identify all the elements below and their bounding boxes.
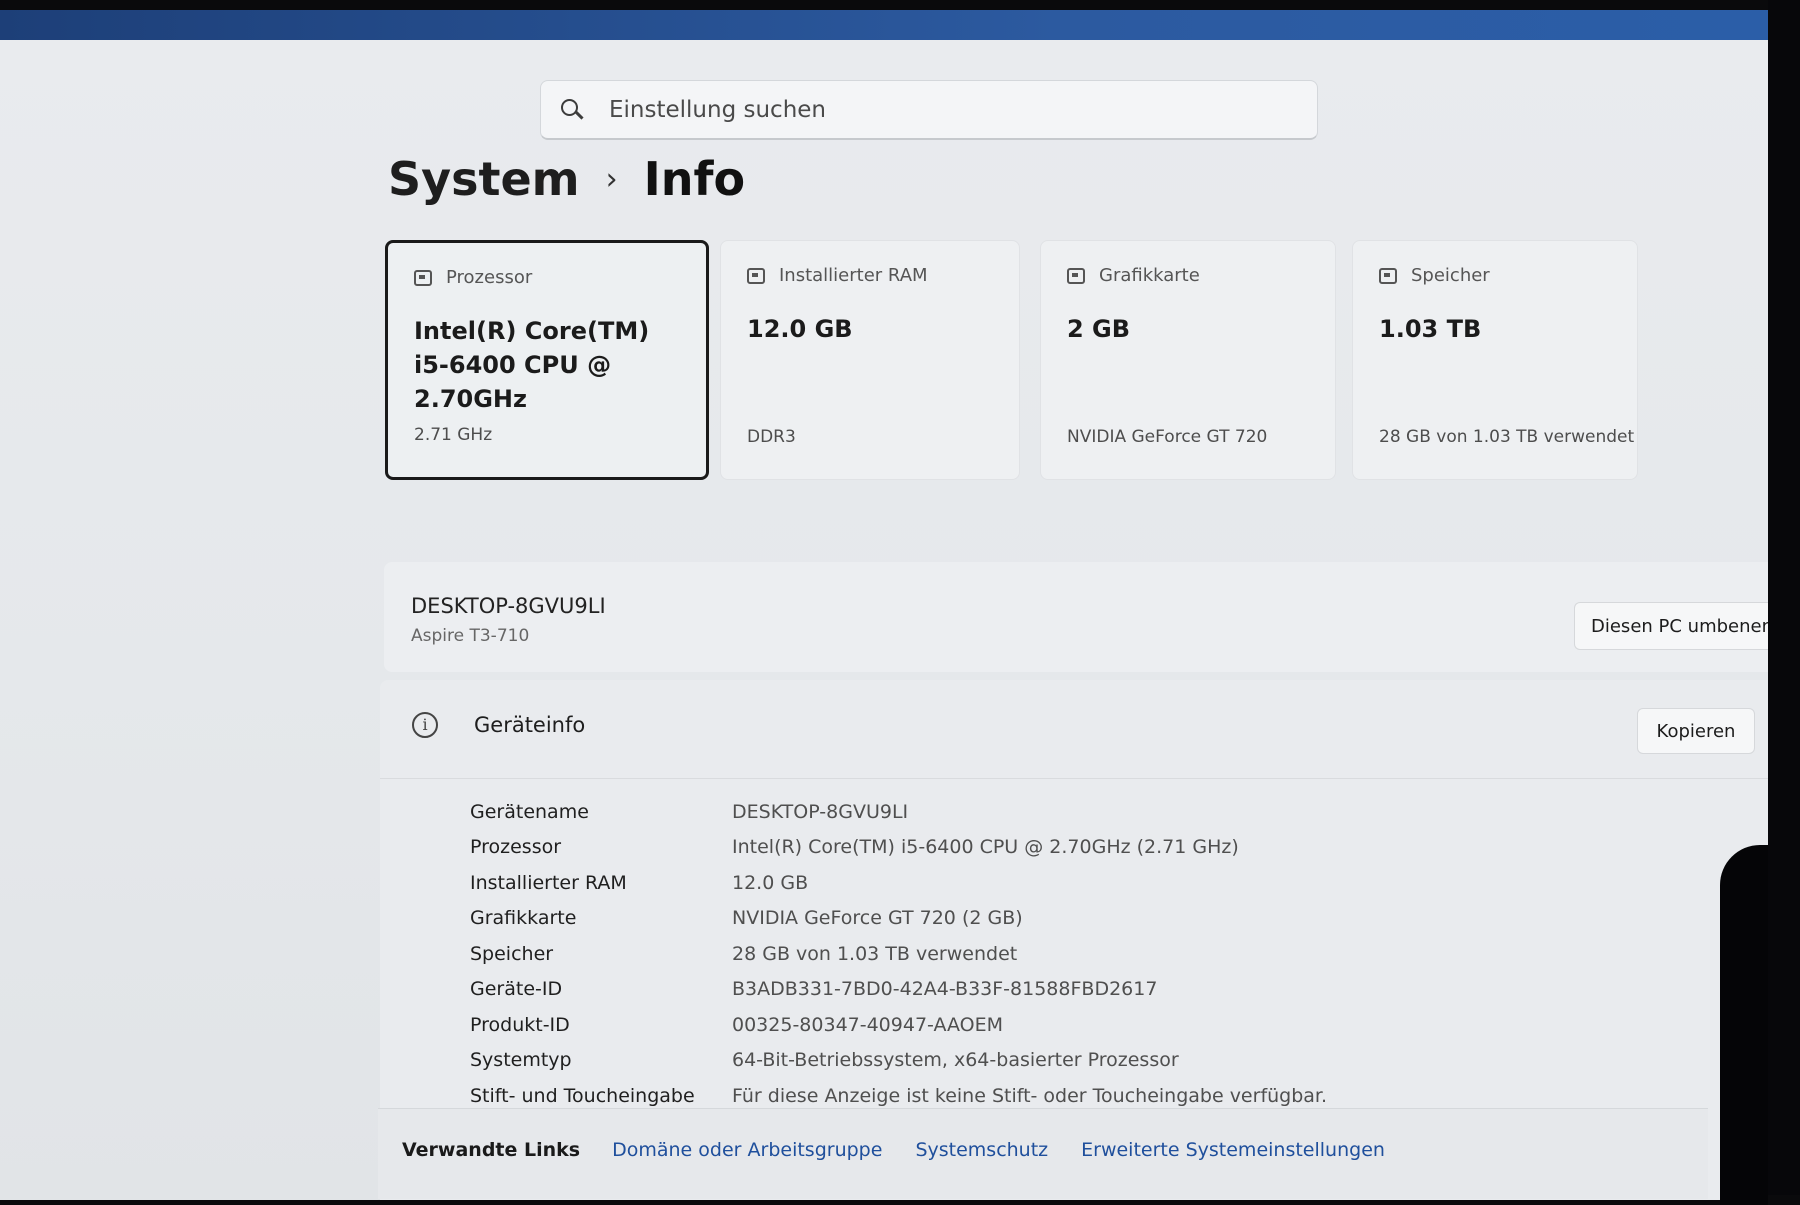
search-input[interactable]: Einstellung suchen	[609, 97, 826, 123]
card-value: 1.03 TB	[1379, 315, 1482, 343]
device-name-row: DESKTOP-8GVU9LI Aspire T3-710 Diesen PC …	[384, 562, 1768, 672]
info-row: Geräte-ID B3ADB331-7BD0-42A4-B33F-81588FB…	[470, 972, 1327, 1008]
rename-pc-button[interactable]: Diesen PC umbenennen	[1574, 602, 1768, 650]
device-info-header[interactable]: i Geräteinfo Kopieren	[380, 680, 1768, 779]
device-name: DESKTOP-8GVU9LI	[411, 594, 606, 618]
monitor-edge	[1720, 845, 1768, 1205]
info-row: Speicher 28 GB von 1.03 TB verwendet	[470, 936, 1327, 972]
info-key: Geräte-ID	[470, 978, 563, 1001]
link-domain-workgroup[interactable]: Domäne oder Arbeitsgruppe	[612, 1139, 882, 1161]
card-sub: 2.71 GHz	[414, 425, 493, 445]
card-sub: DDR3	[747, 427, 796, 447]
breadcrumb: System › Info	[388, 152, 745, 206]
info-row: Systemtyp 64-Bit-Betriebssystem, x64-basi…	[470, 1043, 1327, 1079]
link-system-protection[interactable]: Systemschutz	[915, 1139, 1048, 1161]
info-value: Für diese Anzeige ist keine Stift- oder …	[732, 1084, 1328, 1107]
graphics-card-icon	[1067, 267, 1085, 284]
card-sub: 28 GB von 1.03 TB verwendet	[1379, 427, 1635, 447]
copy-button[interactable]: Kopieren	[1637, 708, 1755, 754]
page-title: Info	[643, 152, 746, 206]
info-row: Grafikkarte NVIDIA GeForce GT 720 (2 GB)	[470, 901, 1327, 937]
ram-card[interactable]: Installierter RAM 12.0 GB DDR3	[720, 240, 1020, 480]
processor-card[interactable]: Prozessor Intel(R) Core(TM) i5-6400 CPU …	[385, 240, 709, 480]
info-value: B3ADB331-7BD0-42A4-B33F-81588FBD2617	[732, 978, 1158, 1001]
card-label: Prozessor	[446, 267, 533, 288]
info-icon: i	[412, 712, 438, 738]
info-key: Systemtyp	[470, 1049, 572, 1072]
search-icon	[559, 97, 585, 123]
info-key: Installierter RAM	[470, 871, 627, 894]
info-key: Gerätename	[470, 800, 589, 823]
info-key: Prozessor	[470, 836, 562, 859]
info-row: Installierter RAM 12.0 GB	[470, 865, 1327, 901]
info-value: 12.0 GB	[732, 871, 809, 894]
card-value: 12.0 GB	[747, 315, 853, 343]
breadcrumb-system[interactable]: System	[388, 152, 580, 206]
info-row: Prozessor Intel(R) Core(TM) i5-6400 CPU @…	[470, 830, 1327, 866]
card-value: Intel(R) Core(TM) i5-6400 CPU @ 2.70GHz	[414, 317, 650, 413]
device-model: Aspire T3-710	[411, 626, 530, 646]
settings-window: Einstellung suchen System › Info Prozess…	[0, 40, 1768, 1200]
info-key: Produkt-ID	[470, 1013, 570, 1036]
search-box[interactable]: Einstellung suchen	[540, 80, 1318, 140]
info-value: Intel(R) Core(TM) i5-6400 CPU @ 2.70GHz …	[732, 836, 1239, 859]
storage-card[interactable]: Speicher 1.03 TB 28 GB von 1.03 TB verwe…	[1352, 240, 1638, 480]
info-value: DESKTOP-8GVU9LI	[732, 800, 909, 823]
info-row: Produkt-ID 00325-80347-40947-AAOEM	[470, 1007, 1327, 1043]
info-key: Stift- und Toucheingabe	[470, 1084, 695, 1107]
info-value: 28 GB von 1.03 TB verwendet	[732, 942, 1018, 965]
monitor-bezel	[1768, 0, 1800, 1195]
link-advanced-settings[interactable]: Erweiterte Systemeinstellungen	[1081, 1139, 1385, 1161]
ram-icon	[747, 267, 765, 284]
info-value: 64-Bit-Betriebssystem, x64-basierter Pro…	[732, 1049, 1179, 1072]
chevron-right-icon: ›	[605, 161, 618, 197]
processor-icon	[414, 269, 432, 286]
card-label: Installierter RAM	[779, 265, 928, 286]
card-label: Grafikkarte	[1099, 265, 1200, 286]
card-value: 2 GB	[1067, 315, 1131, 343]
device-info-title: Geräteinfo	[474, 713, 586, 737]
info-key: Speicher	[470, 942, 554, 965]
info-row: Gerätename DESKTOP-8GVU9LI	[470, 794, 1327, 830]
storage-icon	[1379, 267, 1397, 284]
related-links-label: Verwandte Links	[402, 1139, 581, 1161]
info-key: Grafikkarte	[470, 907, 577, 930]
info-value: 00325-80347-40947-AAOEM	[732, 1013, 1004, 1036]
info-value: NVIDIA GeForce GT 720 (2 GB)	[732, 907, 1023, 930]
graphics-card[interactable]: Grafikkarte 2 GB NVIDIA GeForce GT 720	[1040, 240, 1336, 480]
device-info-list: Gerätename DESKTOP-8GVU9LI Prozessor Intel…	[470, 794, 1327, 1114]
related-links-bar: Verwandte Links Domäne oder Arbeitsgrupp…	[378, 1108, 1708, 1199]
card-sub: NVIDIA GeForce GT 720	[1067, 427, 1268, 447]
card-label: Speicher	[1411, 265, 1490, 286]
